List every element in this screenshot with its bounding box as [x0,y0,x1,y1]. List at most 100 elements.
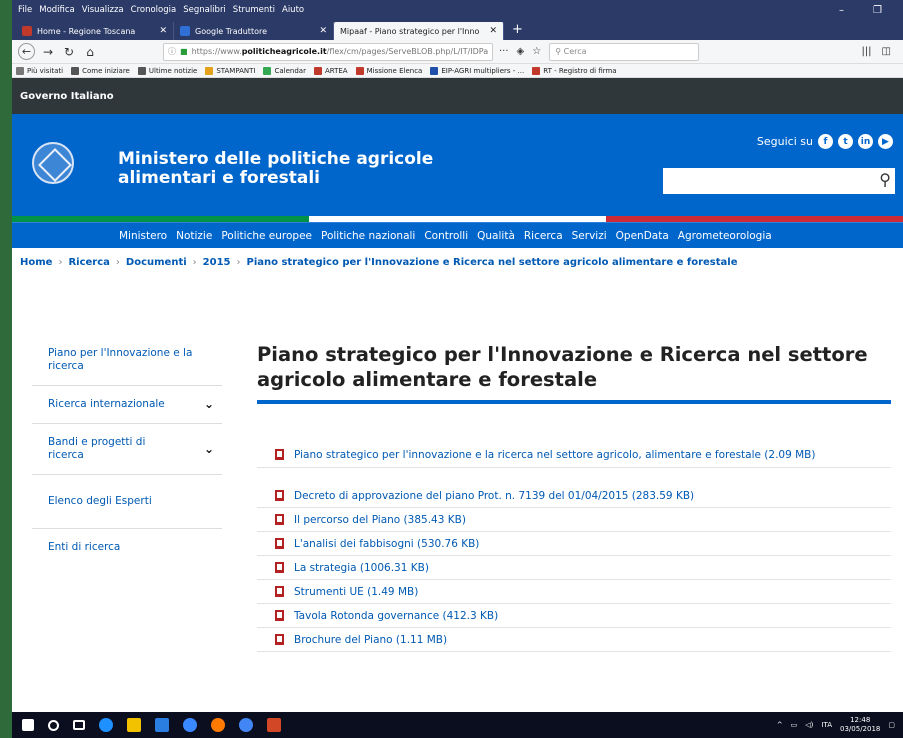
tab-google-traduttore[interactable]: Google Traduttore ✕ [174,22,334,40]
close-icon[interactable]: ✕ [151,26,167,36]
sidebar-item-enti[interactable]: Enti di ricerca [32,529,222,566]
nav-opendata[interactable]: OpenData [616,230,669,242]
chevron-down-icon[interactable]: ⌄ [204,442,214,456]
system-tray: ^ ▭ ◁) ITA 12:48 03/05/2018 ▢ [777,716,903,734]
sidebar-item-bandi[interactable]: Bandi e progetti di ricerca ⌄ [32,424,222,475]
pocket-icon[interactable]: ◈ [517,46,525,57]
nav-politiche-europee[interactable]: Politiche europee [221,230,312,242]
flickr-icon[interactable]: in [858,134,873,149]
nav-servizi[interactable]: Servizi [572,230,607,242]
bookmark-item[interactable]: RT - Registro di firma [532,66,617,75]
volume-icon[interactable]: ◁) [805,721,813,729]
clock[interactable]: 12:48 03/05/2018 [840,716,880,734]
bookmark-item[interactable]: EIP-AGRI multipliers - ... [430,66,524,75]
powerpoint-icon[interactable] [267,718,281,732]
document-link[interactable]: Strumenti UE (1.49 MB) [257,580,891,604]
sidebar-item-ricerca-internazionale[interactable]: Ricerca internazionale ⌄ [32,386,222,424]
new-tab-button[interactable]: + [504,22,531,40]
nav-ministero[interactable]: Ministero [119,230,167,242]
url-path: /flex/cm/pages/ServeBLOB.php/L/IT/IDPagi… [326,47,488,56]
regione-icon [355,66,364,75]
menu-strumenti[interactable]: Strumenti [233,5,275,15]
nav-politiche-nazionali[interactable]: Politiche nazionali [321,230,415,242]
cortana-icon[interactable] [48,719,59,731]
sidebar-item-label: Elenco degli Esperti [48,495,152,507]
menu-visualizza[interactable]: Visualizza [82,5,124,15]
sidebar-item-elenco-esperti[interactable]: Elenco degli Esperti [32,475,222,529]
breadcrumb-2015[interactable]: 2015 [203,257,231,268]
file-explorer-icon[interactable] [127,718,141,732]
menu-aiuto[interactable]: Aiuto [282,5,304,15]
bookmark-item[interactable]: STAMPANTI [205,66,255,75]
bookmark-star-icon[interactable]: ☆ [532,46,541,57]
menu-segnalibri[interactable]: Segnalibri [183,5,226,15]
document-list: Piano strategico per l'innovazione e la … [257,442,891,652]
search-icon[interactable]: ⚲ [879,170,891,189]
chevron-up-icon[interactable]: ^ [777,721,783,729]
breadcrumb: Home › Ricerca › Documenti › 2015 › Piano st… [12,248,903,276]
reload-icon[interactable]: ↻ [61,45,77,59]
title-underline [257,400,891,404]
document-link[interactable]: Decreto di approvazione del piano Prot. … [257,484,891,508]
address-bar[interactable]: ⓘ ■ https://www. politicheagricole.it/fle… [163,42,493,61]
document-link[interactable]: Brochure del Piano (1.11 MB) [257,628,891,652]
document-link[interactable]: Il percorso del Piano (385.43 KB) [257,508,891,532]
document-link[interactable]: Piano strategico per l'innovazione e la … [257,442,891,468]
tab-regione-toscana[interactable]: Home - Regione Toscana ✕ [16,22,174,40]
nav-notizie[interactable]: Notizie [176,230,212,242]
facebook-icon[interactable]: f [818,134,833,149]
chrome-icon[interactable] [239,718,253,732]
language-indicator[interactable]: ITA [821,721,832,729]
bookmark-item[interactable]: Come iniziare [71,66,130,75]
twitter-icon[interactable]: t [838,134,853,149]
firefox-icon[interactable] [211,718,225,732]
nav-controlli[interactable]: Controlli [424,230,468,242]
info-icon[interactable]: ⓘ [168,46,176,57]
library-icon[interactable]: ||| [861,46,871,57]
breadcrumb-home[interactable]: Home [20,257,52,268]
sidebar-item-piano[interactable]: Piano per l'Innovazione e la ricerca [32,335,222,386]
task-view-icon[interactable] [73,720,85,730]
close-icon[interactable]: ✕ [311,26,327,36]
menu-cronologia[interactable]: Cronologia [131,5,177,15]
windows-start-icon[interactable] [22,719,34,731]
bookmark-item[interactable]: Più visitati [16,66,63,75]
network-icon[interactable]: ▭ [791,721,798,729]
chevron-down-icon[interactable]: ⌄ [204,398,214,411]
back-arrow-icon[interactable]: ← [18,43,35,60]
gear-icon [16,66,24,75]
browser-search-input[interactable]: ⚲ Cerca [549,42,700,61]
nav-agrometeorologia[interactable]: Agrometeorologia [678,230,772,242]
app-icon[interactable] [183,718,197,732]
close-icon[interactable]: ✕ [481,26,497,36]
site-title[interactable]: Ministero delle politiche agricole alime… [118,150,433,188]
republic-emblem-icon[interactable] [32,142,74,184]
document-link[interactable]: L'analisi dei fabbisogni (530.76 KB) [257,532,891,556]
document-link[interactable]: Tavola Rotonda governance (412.3 KB) [257,604,891,628]
document-link[interactable]: La strategia (1006.31 KB) [257,556,891,580]
nav-ricerca[interactable]: Ricerca [524,230,563,242]
breadcrumb-ricerca[interactable]: Ricerca [68,257,109,268]
site-search-input[interactable]: ⚲ [663,168,895,194]
restore-button[interactable]: ❐ [873,5,882,16]
url-prefix: https://www. [191,47,242,56]
sidebar-toggle-icon[interactable]: ◫ [882,46,891,57]
breadcrumb-documenti[interactable]: Documenti [126,257,187,268]
home-icon[interactable]: ⌂ [82,45,98,59]
edge-icon[interactable] [99,718,113,732]
bookmark-item[interactable]: ARTEA [313,66,348,75]
youtube-icon[interactable]: ▶ [878,134,893,149]
gov-label[interactable]: Governo Italiano [20,91,114,102]
nav-qualita[interactable]: Qualità [477,230,515,242]
bookmark-item[interactable]: Calendar [263,66,306,75]
bookmark-item[interactable]: Ultime notizie [137,66,197,75]
notification-icon[interactable]: ▢ [888,721,895,729]
forward-arrow-icon[interactable]: → [40,45,56,59]
bookmark-item[interactable]: Missione Elenca [355,66,422,75]
menu-modifica[interactable]: Modifica [39,5,75,15]
store-icon[interactable] [155,718,169,732]
menu-file[interactable]: File [18,5,32,15]
page-actions-icon[interactable]: ··· [499,46,509,57]
tab-mipaaf[interactable]: Mipaaf - Piano strategico per l'Inno ✕ [334,22,504,40]
minimize-button[interactable]: – [839,5,844,16]
